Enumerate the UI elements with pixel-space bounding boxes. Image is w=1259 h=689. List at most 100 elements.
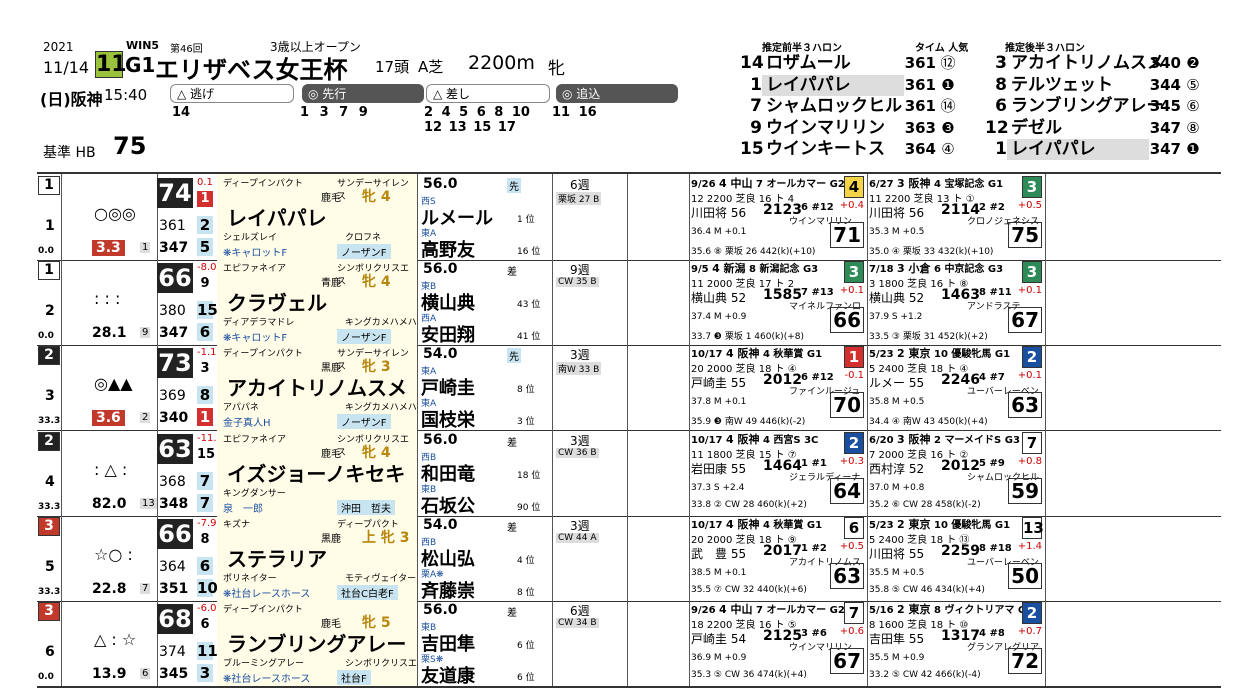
frame-cell: 1 2 0.0 [37, 259, 62, 346]
jockey-cell[interactable]: 56.0 差東B 横山典 43 位西A 安田翔 41 位 [417, 259, 553, 346]
past-race-r2[interactable]: 7/18 3 小倉 6 中京記念 G3 3 3 1800 芝良 16 ト ⑧ 横山典 … [867, 259, 1046, 346]
horse-row[interactable]: 1 2 0.0: : :28.1 9 66 -8.0 9 380 15 347 6 エピファネイア シン… [37, 259, 1221, 347]
horse-row[interactable]: 2433.3: △ :82.01363-11.11536873487エピファネイ… [37, 429, 1221, 517]
past-race-r2[interactable]: 5/23 2 東京 10 優駿牝馬 G1 2 5 2400 芝良 18 ト ④ ルメー… [867, 344, 1046, 431]
lap-popularity: ❸ [941, 118, 955, 137]
past-race-finish: 7 [844, 602, 864, 624]
prediction-cell: ○◎◎ 3.3 1 [62, 174, 158, 260]
past-race-pace: 38.5 M +0.1 [691, 567, 747, 578]
jockey-cell[interactable]: 56.0 先西S ルメール 1 位東A 高野友 16 位 [417, 174, 553, 260]
running-style: 差 [507, 608, 517, 619]
horse-row[interactable]: 3 6 0.0 △ : ☆ 13.9 6 68 -6.0 6 374 11 345 3 ディープインパクト… [37, 600, 1221, 687]
odds: 13.9 [92, 666, 127, 682]
past-race-r2[interactable]: 6/20 3 阪神 2 マーメイドS G3 7 7 2000 芝良 16 ト ② 西村… [867, 429, 1046, 516]
past-race-header: 10/17 4 阪神 4 秋華賞 G1 [691, 516, 822, 532]
horse-cell[interactable]: ディープインパクト 鹿毛牝 5 ランブリングアレー ブルーミングアレー シンボリクリスエ… [217, 600, 418, 686]
trainer-name[interactable]: 高野友 [421, 236, 475, 260]
race-number: 11 [95, 51, 127, 78]
past-race-place: 4 阪神 [725, 347, 760, 361]
horse-number: 1 [45, 218, 55, 234]
index-cell: 68 -6.0 6 374 11 345 3 [157, 600, 218, 686]
trainer-name[interactable]: 斉藤崇 [421, 577, 475, 601]
past-race-bottom: 35.0 ④ 栗坂 33 432(k)(+10) [869, 247, 994, 257]
popularity: 13 [140, 497, 157, 509]
past-race-r2[interactable]: 5/23 2 東京 10 優駿牝馬 G1 13 5 2400 芝良 18 ト ⑬ 川田… [867, 514, 1046, 601]
past-race-r2[interactable]: 5/16 2 東京 8 ヴィクトリアマ G128 1600 芝良 18 ト ⑩吉… [867, 600, 1046, 686]
past-race-r1[interactable]: 9/5 4 新潟 8 新潟記念 G3 3 11 2000 芝良 17 ト 2 横山典 … [689, 259, 868, 346]
horse-name[interactable]: ランブリングアレー [227, 628, 406, 657]
past-race-margin: +0.3 [839, 455, 864, 467]
style-oikomi-label: 追込 [576, 87, 601, 101]
prediction-marks: : : : [94, 289, 121, 309]
past-race-bottom: 34.4 ④ 南W 43 450(k)(+4) [869, 417, 988, 428]
back-lap-value: 340 [159, 410, 189, 427]
lap-row: 1 レイパパレ 347 ❶ [985, 138, 1217, 160]
style-nige-nums: 14 [172, 105, 191, 120]
horse-cell[interactable]: エピファネイア シンボリクリスエス 鹿毛牝 4 イズジョーノキセキ キングダンサー泉 一… [217, 429, 418, 516]
past-race-place: 2 東京 [897, 603, 931, 616]
horse-name[interactable]: イズジョーノキセキ [227, 458, 405, 487]
trainer-name[interactable]: 石坂公 [421, 492, 475, 516]
training-time: 南W 33 B [556, 362, 602, 376]
past-race-pace: 37.0 M +0.8 [869, 482, 925, 493]
past-race-day: 8 [749, 264, 756, 276]
past-race-grade: G1 [994, 349, 1011, 361]
horse-cell[interactable]: ディープインパクト サンデーサイレンス 鹿毛牝 4 レイパパレ シェルズレイ クロフネ ❋キ… [217, 174, 418, 260]
jockey-cell[interactable]: 56.0 差西B 和田竜 18 位東B 石坂公 90 位 [417, 429, 553, 516]
past-race-header: 5/23 2 東京 10 優駿牝馬 G1 [869, 345, 1010, 361]
jockey-cell[interactable]: 54.0 差西B 松山弘 4 位栗A❋ 斉藤崇 8 位 [417, 514, 553, 601]
interval: 3週 [570, 518, 590, 533]
past-race-r1[interactable]: 10/17 4 阪神 4 秋華賞 G1 6 20 2000 芝良 18 ト ⑨武 豊… [689, 514, 868, 601]
past-race-index: 63 [1008, 392, 1042, 419]
hb-index-rank: 15 [197, 446, 216, 463]
horse-row[interactable]: 3 5 33.3 ☆○ :22.8 7 66 -7.9 8 364 6 351 10 キズナ ディープパク… [37, 514, 1221, 602]
jockey-cell[interactable]: 56.0 差東B 吉田隼 6 位栗S❋ 友道康 6 位 [417, 600, 553, 686]
horse-cell[interactable]: ディープインパクト サンデーサイレンス 黒鹿牝 3 アカイトリノムスメ アパパネ キングカ… [217, 344, 418, 431]
weight: 56.0 [423, 431, 458, 448]
lap-horse-no: 1 [750, 74, 762, 95]
horse-row[interactable]: 1 1 0.0 ○◎◎ 3.3 1 74 0.1 1 361 2 347 5 ディープインパクト サンデーサ… [37, 174, 1221, 261]
past-race-position: 4 #8 [979, 628, 1005, 639]
horse-cell[interactable]: エピファネイア シンボリクリスエス 青鹿牝 4 クラヴェル ディアデラマドレ キングカメハ… [217, 259, 418, 346]
past-race-r1[interactable]: 9/26 4 中山 7 オールカマー G2 4 12 2200 芝良 16 ト 4川… [689, 174, 868, 260]
jockey-rank: 8 位 [517, 385, 535, 396]
past-race-r2[interactable]: 6/27 3 阪神 4 宝塚記念 G1 3 11 2200 芝良 13 ト ① 川田将… [867, 174, 1046, 260]
trainer-name[interactable]: 安田翔 [421, 321, 475, 345]
front-lap-value: 364 [159, 558, 186, 575]
base-hb-label: 基準 HB [43, 145, 96, 161]
past-race-name: 優駿牝馬 [951, 349, 992, 361]
lap-time: 345 [1149, 97, 1181, 115]
past-race-grade: G1 [806, 519, 823, 531]
sire: ディープインパクト [223, 179, 303, 189]
breeder: ノーザンF [337, 414, 391, 430]
past-race-r1[interactable]: 10/17 4 阪神 4 秋華賞 G1 1 20 2000 芝良 18 ト ④ 戸崎圭… [689, 344, 868, 431]
horse-name[interactable]: アカイトリノムスメ [227, 372, 407, 401]
trainer-name[interactable]: 国枝栄 [421, 406, 475, 430]
past-race-index: 70 [830, 392, 864, 419]
past-race-header: 9/26 4 中山 7 オールカマー G2 [691, 175, 845, 191]
past-race-pace: 37.4 M +0.9 [691, 312, 747, 323]
style-nige: △ 逃げ [170, 84, 294, 103]
past-race-r1[interactable]: 10/17 4 阪神 4 西宮S 3C 2 11 1800 芝良 15 ト ⑦ 岩田康… [689, 429, 868, 516]
trainer-name[interactable]: 友道康 [421, 662, 475, 686]
past-race-position: 7 #13 [801, 287, 834, 299]
past-race-position: 2 #2 [979, 202, 1005, 213]
front-lap-value: 374 [159, 644, 186, 660]
jockey-cell[interactable]: 54.0 先東A 戸崎圭 8 位東A 国枝栄 3 位 [417, 344, 553, 431]
horse-name[interactable]: レイパパレ [227, 202, 327, 231]
horse-row[interactable]: 2 3 33.3 ◎▲▲ 3.6 2 73 -1.1 3 369 8 340 1 ディープインパクト サンデ… [37, 344, 1221, 432]
horse-cell[interactable]: キズナ ディープパクト 黒鹿上 牝 3 ステラリア ポリネイター モティヴェイター ❋社台レ… [217, 514, 418, 601]
past-race-index: 66 [830, 307, 864, 334]
horse-name[interactable]: クラヴェル [227, 287, 327, 316]
dam-dam: キングカメハメハ [345, 318, 417, 329]
lap-row: 1 レイパパレ 361 ❶ [740, 74, 970, 96]
past-race-finish: 2 [844, 431, 864, 454]
past-race-r1[interactable]: 9/26 4 中山 7 オールカマー G2 7 18 2200 芝良 16 ト ⑤戸… [689, 600, 868, 686]
lap-horse-name: シャムロックヒル [766, 96, 902, 116]
horse-name[interactable]: ステラリア [227, 543, 327, 572]
past-race-day: 6 [933, 264, 941, 276]
breeder: ノーザンF [337, 244, 391, 259]
past-race-pace: 37.8 M +0.1 [691, 397, 747, 408]
index-cell: 74 0.1 1 361 2 347 5 [157, 174, 218, 260]
lap-popularity: ⑭ [940, 97, 956, 115]
